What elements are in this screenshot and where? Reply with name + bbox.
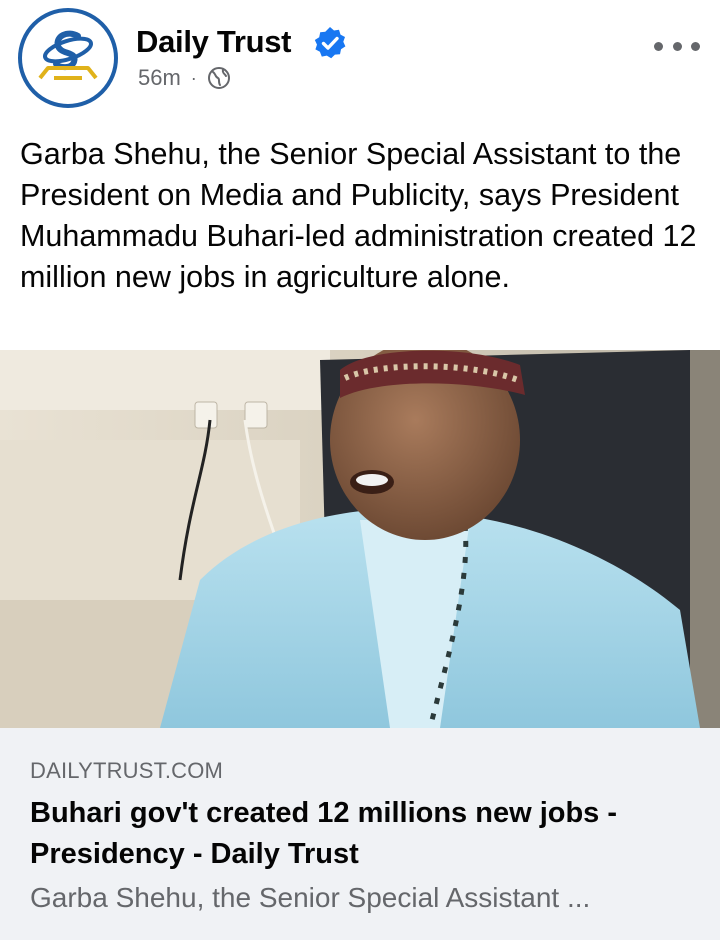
meta-separator: · [190, 67, 197, 88]
verified-badge-icon [313, 26, 347, 60]
more-dot [654, 41, 663, 51]
globe-icon [207, 67, 230, 89]
post-image[interactable] [0, 350, 720, 728]
daily-trust-logo-icon [38, 30, 98, 80]
speaker-photo [0, 350, 720, 728]
post-header: Daily Trust 56m · [0, 0, 720, 120]
more-dot [672, 41, 682, 51]
link-preview-card[interactable]: DAILYTRUST.COM Buhari gov't created 12 m… [0, 728, 720, 940]
link-title[interactable]: Buhari gov't created 12 millions new job… [30, 793, 690, 875]
post-timestamp[interactable]: 56m [138, 65, 181, 91]
more-dot [691, 41, 700, 51]
facebook-post: Daily Trust 56m · Garba Shehu, the Senio… [0, 0, 720, 940]
link-domain: DAILYTRUST.COM [30, 758, 224, 783]
more-options-icon[interactable] [654, 34, 700, 58]
post-meta: 56m · [138, 64, 231, 92]
page-avatar[interactable] [18, 8, 118, 108]
link-description: Garba Shehu, the Senior Special Assistan… [30, 882, 591, 913]
post-caption: Garba Shehu, the Senior Special Assistan… [20, 137, 697, 294]
page-name[interactable]: Daily Trust [136, 24, 292, 60]
